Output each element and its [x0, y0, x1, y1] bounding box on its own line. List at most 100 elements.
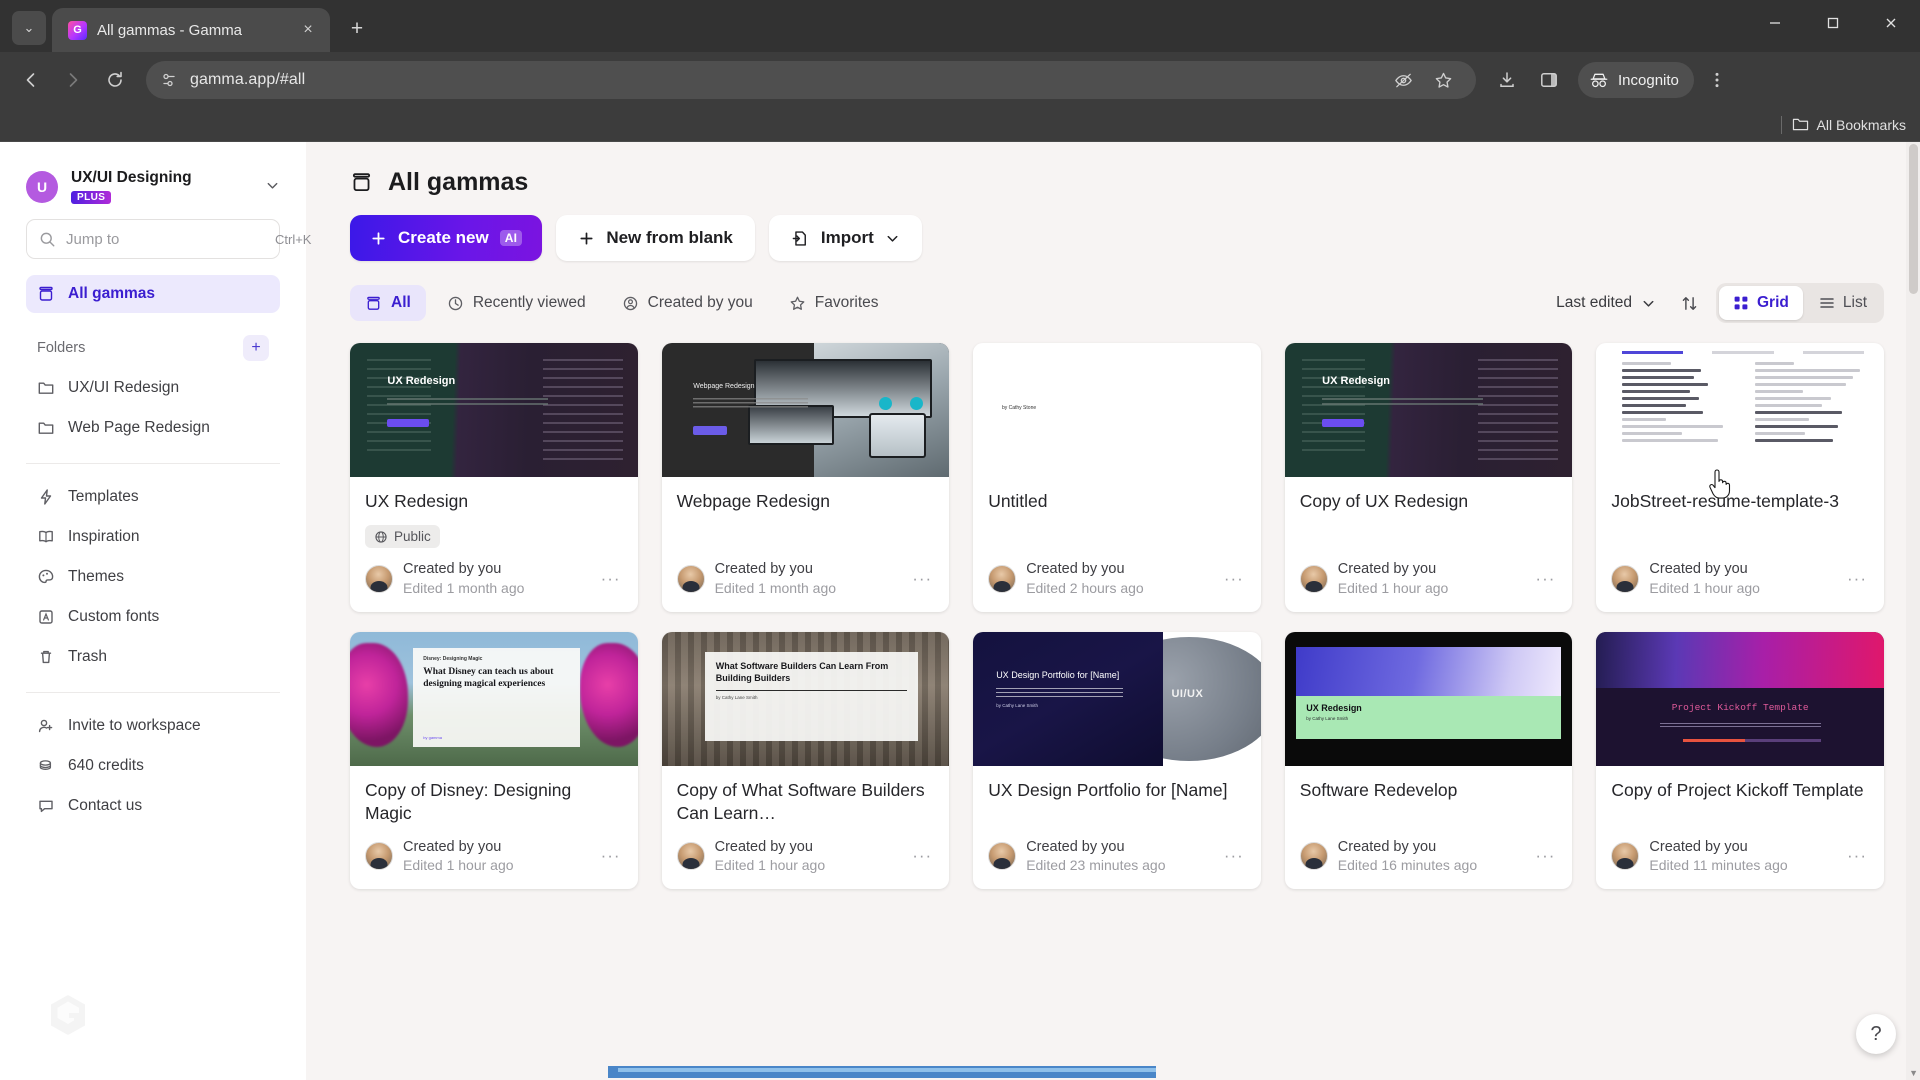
- card-title: Copy of UX Redesign: [1299, 491, 1469, 511]
- gamma-card[interactable]: UX Redesign UX Redesign Public Created b…: [350, 343, 638, 612]
- sort-direction-button[interactable]: [1672, 286, 1706, 320]
- help-button[interactable]: ?: [1856, 1014, 1896, 1054]
- card-footer: Created by you Edited 16 minutes ago ···: [1285, 826, 1573, 890]
- all-bookmarks-button[interactable]: All Bookmarks: [1792, 117, 1906, 133]
- plus-icon: [578, 230, 595, 247]
- card-footer: Created by you Edited 11 minutes ago ···: [1596, 826, 1884, 890]
- sidebar-item-uxui-redesign[interactable]: UX/UI Redesign: [26, 369, 280, 407]
- bookmark-star-icon[interactable]: [1424, 61, 1462, 99]
- tab-recently-viewed[interactable]: Recently viewed: [432, 285, 601, 321]
- sidebar-item-inspiration[interactable]: Inspiration: [26, 518, 280, 556]
- chrome-menu-icon[interactable]: [1698, 61, 1736, 99]
- list-icon: [1819, 295, 1835, 311]
- gamma-card[interactable]: Project Kickoff Template Copy of Project…: [1596, 632, 1884, 890]
- sidebar-item-all-gammas[interactable]: All gammas: [26, 275, 280, 314]
- tab-search-icon[interactable]: ⌄: [12, 11, 46, 45]
- search-input[interactable]: [66, 230, 265, 248]
- horizontal-scrollbar[interactable]: [608, 1066, 1156, 1078]
- gamma-card[interactable]: by Cathy Stone Untitled Created by you E…: [973, 343, 1261, 612]
- book-icon: [37, 528, 55, 546]
- card-menu-button[interactable]: ···: [1224, 569, 1246, 589]
- card-edited: Edited 1 month ago: [403, 580, 525, 597]
- card-menu-button[interactable]: ···: [1847, 569, 1869, 589]
- view-mode-grid[interactable]: Grid: [1719, 286, 1803, 320]
- card-menu-button[interactable]: ···: [1535, 569, 1557, 589]
- tracking-protection-icon[interactable]: [1384, 61, 1422, 99]
- card-menu-button[interactable]: ···: [601, 846, 623, 866]
- folder-icon: [1792, 117, 1809, 132]
- close-window-icon[interactable]: [1862, 0, 1920, 46]
- sidebar-item-web-page-redesign[interactable]: Web Page Redesign: [26, 409, 280, 447]
- sidebar-item-templates[interactable]: Templates: [26, 478, 280, 516]
- sidebar-item-trash[interactable]: Trash: [26, 638, 280, 676]
- sidebar-item-label: Invite to workspace: [68, 717, 201, 735]
- back-icon[interactable]: [12, 61, 50, 99]
- card-menu-button[interactable]: ···: [1535, 846, 1557, 866]
- sidebar-item-label: Trash: [68, 648, 108, 666]
- thumb-heading: What Disney can teach us about designing…: [423, 667, 554, 689]
- scrollbar-thumb[interactable]: [1909, 144, 1918, 294]
- maximize-icon[interactable]: [1804, 0, 1862, 46]
- reload-icon[interactable]: [96, 61, 134, 99]
- gamma-card[interactable]: Webpage Redesign Webpage Redesign Create…: [661, 343, 950, 612]
- gamma-card[interactable]: What Software Builders Can Learn From Bu…: [661, 632, 950, 890]
- gammas-icon: [365, 295, 382, 312]
- card-thumbnail: Webpage Redesign: [661, 343, 950, 477]
- downloads-icon[interactable]: [1488, 61, 1526, 99]
- vertical-scrollbar[interactable]: ▼: [1906, 142, 1920, 1080]
- jump-to-search[interactable]: Ctrl+K: [26, 219, 311, 260]
- sort-select[interactable]: Last edited: [1550, 294, 1662, 312]
- view-mode-list[interactable]: List: [1805, 286, 1881, 320]
- gamma-card[interactable]: UX Redesign Copy of UX Redesign Created …: [1284, 343, 1573, 612]
- add-folder-button[interactable]: +: [243, 335, 269, 362]
- gamma-card[interactable]: Disney: Designing Magic What Disney can …: [350, 632, 638, 890]
- sidebar-item-custom-fonts[interactable]: Custom fonts: [26, 598, 280, 636]
- workspace-avatar: U: [26, 170, 58, 203]
- scroll-down-icon[interactable]: ▼: [1909, 1068, 1918, 1078]
- card-menu-button[interactable]: ···: [912, 569, 934, 589]
- minimize-icon[interactable]: [1746, 0, 1804, 46]
- card-menu-button[interactable]: ···: [1847, 846, 1869, 866]
- gamma-card[interactable]: JobStreet-resume-template-3 Created by y…: [1596, 343, 1884, 612]
- close-icon[interactable]: ×: [296, 18, 320, 42]
- tab-created-by-you[interactable]: Created by you: [607, 285, 768, 321]
- import-icon: [791, 229, 810, 248]
- new-tab-button[interactable]: +: [340, 12, 374, 46]
- card-menu-button[interactable]: ···: [601, 569, 623, 589]
- address-bar[interactable]: gamma.app/#all: [146, 61, 1476, 99]
- card-menu-button[interactable]: ···: [1224, 846, 1246, 866]
- tab-title: All gammas - Gamma: [97, 21, 243, 39]
- gamma-card[interactable]: UI/UX UX Design Portfolio for [Name] by …: [973, 632, 1261, 890]
- thumb-heading: UX Design Portfolio for [Name]: [996, 670, 1120, 681]
- tab-all[interactable]: All: [350, 285, 426, 321]
- tab-label: All: [391, 294, 411, 311]
- card-title: Software Redevelop: [1299, 780, 1458, 800]
- browser-toolbar: gamma.app/#all Incognito: [0, 52, 1920, 108]
- sidebar-item-invite-to-workspace[interactable]: Invite to workspace: [26, 707, 280, 745]
- sidebar-item-themes[interactable]: Themes: [26, 558, 280, 596]
- clock-icon: [447, 295, 464, 312]
- card-title: Untitled: [988, 491, 1048, 511]
- gamma-logo-watermark: [48, 993, 88, 1042]
- browser-tab[interactable]: G All gammas - Gamma ×: [52, 8, 330, 52]
- coins-icon: [37, 757, 55, 775]
- tab-strip: ⌄ G All gammas - Gamma × +: [0, 0, 1920, 52]
- create-new-button[interactable]: Create new AI: [350, 215, 543, 261]
- thumb-label: UI/UX: [1171, 688, 1204, 701]
- forward-icon[interactable]: [54, 61, 92, 99]
- sidebar-item-contact-us[interactable]: Contact us: [26, 787, 280, 825]
- card-author: Created by you: [403, 561, 502, 578]
- import-button[interactable]: Import: [768, 215, 922, 261]
- filter-toolbar: All Recently viewed Created by you Favor…: [350, 283, 1884, 323]
- chevron-down-icon[interactable]: [259, 178, 280, 196]
- gamma-card[interactable]: UX Redesign by Cathy Lane Smith Software…: [1284, 632, 1573, 890]
- sidebar-item-credits[interactable]: 640 credits: [26, 747, 280, 785]
- workspace-switcher[interactable]: U UX/UI Designing PLUS: [26, 142, 280, 219]
- status-badge: Public: [365, 525, 440, 549]
- side-panel-icon[interactable]: [1530, 61, 1568, 99]
- site-settings-icon[interactable]: [160, 71, 178, 89]
- incognito-indicator[interactable]: Incognito: [1578, 62, 1694, 98]
- tab-favorites[interactable]: Favorites: [774, 285, 894, 321]
- card-menu-button[interactable]: ···: [912, 846, 934, 866]
- new-from-blank-button[interactable]: New from blank: [556, 215, 755, 261]
